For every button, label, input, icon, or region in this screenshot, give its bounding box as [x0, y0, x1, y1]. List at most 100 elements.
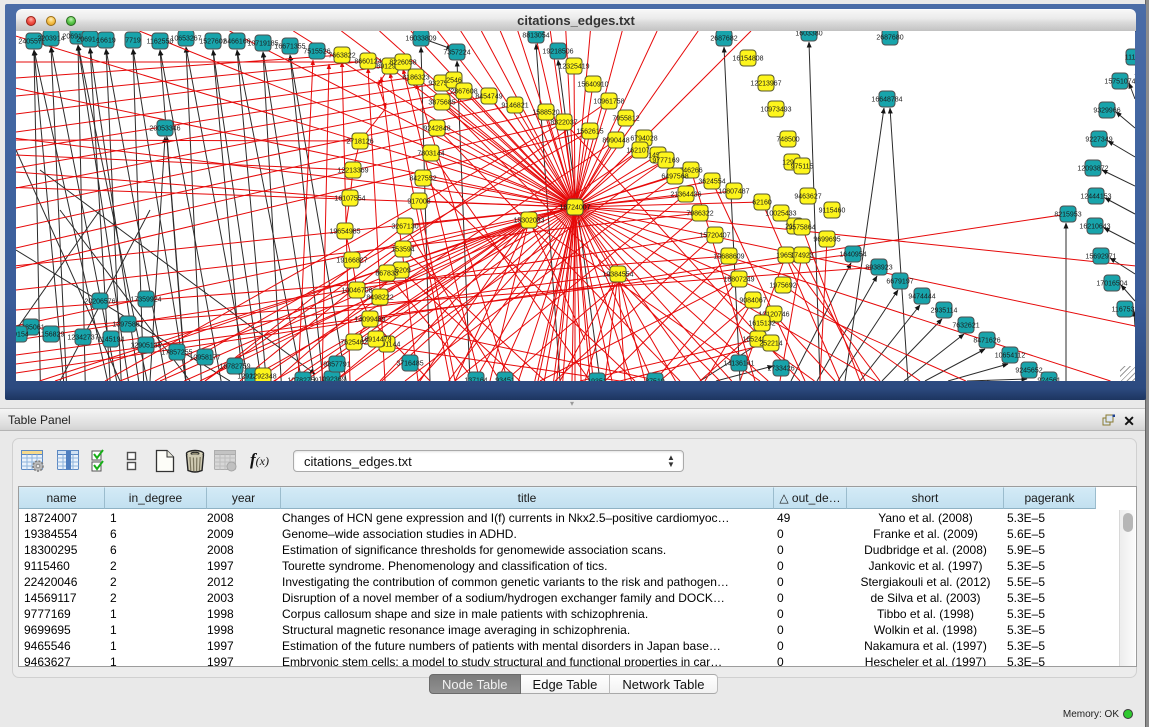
svg-text:2935114: 2935114: [931, 308, 958, 315]
svg-text:9857791: 9857791: [323, 362, 350, 369]
svg-text:1156829: 1156829: [38, 332, 65, 339]
svg-text:1733426: 1733426: [767, 366, 794, 373]
svg-text:9227349: 9227349: [1085, 137, 1112, 144]
svg-text:10807487: 10807487: [718, 189, 749, 196]
svg-text:16107554: 16107554: [334, 196, 365, 203]
svg-text:87519: 87519: [645, 379, 665, 382]
svg-text:10975867: 10975867: [112, 322, 143, 329]
svg-text:16671355: 16671355: [274, 44, 305, 51]
svg-text:10961758: 10961758: [593, 99, 624, 106]
svg-text:6497568: 6497568: [661, 174, 688, 181]
svg-text:16154808: 16154808: [732, 56, 763, 63]
svg-text:9115460: 9115460: [819, 208, 846, 215]
svg-text:8938923: 8938923: [865, 265, 892, 272]
svg-text:3267130: 3267130: [391, 224, 418, 231]
svg-text:917008: 917008: [407, 199, 430, 206]
svg-text:8427552: 8427552: [409, 176, 436, 183]
svg-text:12213369: 12213369: [337, 168, 368, 175]
svg-text:16914479: 16914479: [360, 337, 391, 344]
svg-text:15751074: 15751074: [1104, 79, 1135, 86]
svg-text:7719: 7719: [125, 38, 141, 45]
svg-text:8990448: 8990448: [602, 138, 629, 145]
svg-text:15720407: 15720407: [699, 233, 730, 240]
svg-text:10025433: 10025433: [765, 211, 796, 218]
svg-text:3624554: 3624554: [698, 179, 725, 186]
svg-text:2203914: 2203914: [37, 36, 64, 43]
svg-text:10688609: 10688609: [713, 254, 744, 261]
svg-text:12342737: 12342737: [67, 335, 98, 342]
svg-text:62160: 62160: [752, 200, 772, 207]
svg-text:252214: 252214: [759, 341, 782, 348]
svg-text:39154: 39154: [16, 332, 29, 339]
svg-text:1092369: 1092369: [318, 377, 345, 382]
svg-text:1145194: 1145194: [98, 337, 125, 344]
svg-text:7986322: 7986322: [686, 211, 713, 218]
svg-text:7663822: 7663822: [328, 53, 355, 60]
svg-text:19218506: 19218506: [542, 49, 573, 56]
svg-text:137164: 137164: [464, 378, 487, 382]
svg-text:18724007: 18724007: [559, 205, 590, 212]
svg-text:2687682: 2687682: [710, 36, 737, 43]
svg-text:8813054: 8813054: [522, 33, 549, 40]
svg-text:10046708: 10046708: [341, 288, 372, 295]
svg-text:1292348: 1292348: [249, 374, 276, 381]
svg-text:9575864: 9575864: [788, 225, 815, 232]
svg-text:10958177: 10958177: [189, 355, 220, 362]
svg-text:8226058: 8226058: [389, 60, 416, 67]
svg-text:16619: 16619: [96, 38, 116, 45]
svg-text:7955812: 7955812: [612, 116, 639, 123]
svg-text:7515526: 7515526: [303, 49, 330, 56]
svg-text:21364436: 21364436: [670, 192, 701, 199]
svg-text:19654985: 19654985: [329, 229, 360, 236]
svg-text:15302033: 15302033: [513, 218, 544, 225]
svg-text:7632621: 7632621: [952, 323, 979, 330]
svg-text:9463627: 9463627: [794, 194, 821, 201]
svg-text:10973493: 10973493: [760, 107, 791, 114]
svg-text:11123: 11123: [1125, 55, 1135, 62]
svg-text:2718126: 2718126: [346, 139, 373, 146]
svg-text:7803144: 7803144: [417, 151, 444, 158]
svg-text:867833: 867833: [375, 271, 398, 278]
svg-text:8215953: 8215953: [1054, 212, 1081, 219]
svg-text:9245652: 9245652: [1015, 368, 1042, 375]
svg-text:20206576: 20206576: [84, 299, 115, 306]
svg-text:16210643: 16210643: [1079, 224, 1110, 231]
svg-text:153594: 153594: [391, 247, 414, 254]
svg-text:8454749: 8454749: [475, 94, 502, 101]
svg-text:14136141: 14136141: [723, 361, 754, 368]
svg-text:14099489: 14099489: [354, 317, 385, 324]
svg-text:9329966: 9329966: [1093, 108, 1120, 115]
svg-text:20053346: 20053346: [149, 126, 180, 133]
svg-text:3875685: 3875685: [428, 100, 455, 107]
svg-text:6679197: 6679197: [886, 279, 913, 286]
svg-text:12325419: 12325419: [558, 64, 589, 71]
svg-text:924561: 924561: [1037, 378, 1060, 382]
svg-text:9084067: 9084067: [739, 298, 766, 305]
svg-text:1588520: 1588520: [532, 110, 559, 117]
svg-text:19166827: 19166827: [336, 258, 367, 265]
svg-text:16033809: 16033809: [405, 36, 436, 43]
svg-text:18807249: 18807249: [723, 277, 754, 284]
svg-text:8186323: 8186323: [402, 75, 429, 82]
svg-text:19351: 19351: [587, 379, 607, 382]
svg-text:9146821: 9146821: [501, 103, 528, 110]
svg-text:12905135: 12905135: [130, 343, 161, 350]
svg-text:8322037: 8322037: [550, 120, 577, 127]
svg-text:12093872: 12093872: [1077, 166, 1108, 173]
svg-text:748500: 748500: [776, 137, 799, 144]
svg-text:8471626: 8471626: [973, 338, 1000, 345]
svg-text:9242848: 9242848: [423, 126, 450, 133]
svg-text:2687680: 2687680: [876, 35, 903, 42]
svg-text:17016504: 17016504: [1096, 281, 1127, 288]
svg-text:10653267: 10653267: [170, 36, 201, 43]
svg-text:3716485: 3716485: [396, 361, 423, 368]
svg-text:1603380: 1603380: [795, 31, 822, 38]
svg-text:1562615: 1562615: [576, 129, 603, 136]
svg-text:7357224: 7357224: [443, 50, 470, 57]
svg-text:10654112: 10654112: [995, 353, 1026, 360]
svg-text:12213967: 12213967: [750, 81, 781, 88]
svg-text:975115: 975115: [791, 164, 814, 171]
svg-text:10782759: 10782759: [287, 378, 318, 382]
svg-text:9699695: 9699695: [813, 237, 840, 244]
svg-text:12444153: 12444153: [1080, 194, 1111, 201]
